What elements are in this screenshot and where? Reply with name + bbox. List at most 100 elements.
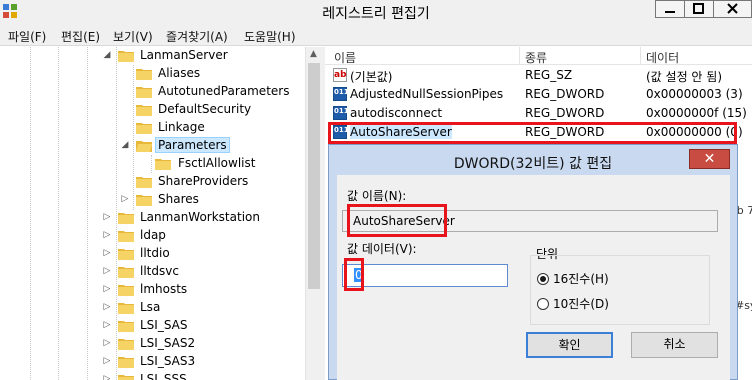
- folder-icon: [118, 267, 134, 278]
- highlight-box: [347, 204, 447, 237]
- tree-item[interactable]: ▷ LSI_SSS: [0, 371, 300, 380]
- value-data: (값 설정 안 됨): [646, 70, 723, 84]
- maximize-button[interactable]: [684, 0, 714, 18]
- registry-tree[interactable]: ◢ LanmanServer Aliases AutotunedParamete…: [0, 47, 321, 380]
- tree-item-label: FsctlAllowlist: [178, 156, 256, 170]
- radio-decimal[interactable]: 10진수(D): [537, 295, 609, 312]
- tree-item[interactable]: ▷ lltdsvc: [0, 263, 300, 281]
- radio-selected-icon: [537, 273, 549, 285]
- folder-icon: [136, 177, 152, 188]
- scroll-up-icon[interactable]: ▲: [310, 49, 317, 59]
- radio-hex[interactable]: 16진수(H): [537, 270, 609, 287]
- expand-arrow-icon[interactable]: ▷: [102, 212, 112, 222]
- list-row[interactable]: 011 AdjustedNullSessionPipes REG_DWORD 0…: [325, 85, 752, 104]
- folder-icon: [136, 195, 152, 206]
- tree-item[interactable]: ▷ Lsa: [0, 299, 300, 317]
- tree-item[interactable]: ShareProviders: [0, 173, 300, 191]
- expand-arrow-icon[interactable]: ▷: [102, 320, 112, 330]
- dialog-close-button[interactable]: ✕: [689, 149, 730, 169]
- minimize-button[interactable]: [655, 0, 685, 18]
- expand-arrow-icon[interactable]: ▷: [102, 338, 112, 348]
- dword-value-icon: 011: [333, 106, 349, 120]
- column-data[interactable]: 데이터: [646, 49, 679, 66]
- ok-button[interactable]: 확인: [526, 332, 613, 358]
- collapse-arrow-icon[interactable]: ◢: [102, 50, 112, 60]
- expand-arrow-icon[interactable]: ▷: [102, 302, 112, 312]
- folder-icon: [136, 87, 152, 98]
- folder-icon: [118, 51, 134, 62]
- tree-item[interactable]: ▷ LSI_SAS2: [0, 335, 300, 353]
- tree-item[interactable]: ▷ LSI_SAS: [0, 317, 300, 335]
- value-type: REG_DWORD: [525, 87, 605, 101]
- value-type: REG_DWORD: [525, 106, 605, 120]
- folder-icon: [136, 69, 152, 80]
- dialog-body: 값 이름(N): AutoShareServer 값 데이터(V): 0 단위 …: [337, 175, 730, 380]
- tree-item[interactable]: Aliases: [0, 65, 300, 83]
- folder-open-icon: [136, 141, 152, 152]
- expand-arrow-icon[interactable]: ▷: [102, 284, 112, 294]
- radio-hex-label: 16진수(H): [553, 272, 609, 286]
- close-icon: ✕: [703, 151, 716, 167]
- list-row[interactable]: 011 autodisconnect REG_DWORD 0x0000000f …: [325, 104, 752, 123]
- menu-file[interactable]: 파일(F): [8, 28, 46, 45]
- menu-favorites[interactable]: 즐겨찾기(A): [166, 28, 228, 45]
- title-bar: 레지스트리 편집기: [0, 0, 752, 24]
- close-button[interactable]: [713, 0, 752, 18]
- tree-item-label: AutotunedParameters: [158, 84, 290, 98]
- tree-item-label: Linkage: [158, 120, 205, 134]
- tree-item[interactable]: ▷ lltdio: [0, 245, 300, 263]
- tree-item[interactable]: ▷ LSI_SAS3: [0, 353, 300, 371]
- tree-item-label: LSI_SAS2: [140, 336, 196, 350]
- tree-item-label: lmhosts: [140, 282, 188, 296]
- value-data-input[interactable]: 0: [342, 264, 508, 287]
- close-icon: [727, 3, 738, 14]
- expand-arrow-icon[interactable]: ▷: [102, 356, 112, 366]
- tree-item[interactable]: ◢ LanmanServer: [0, 47, 300, 65]
- folder-icon: [136, 123, 152, 134]
- dword-edit-dialog: DWORD(32비트) 값 편집 ✕ 값 이름(N): AutoShareSer…: [328, 144, 738, 380]
- value-data: 0x00000003 (3): [646, 87, 743, 101]
- tree-item-label: LanmanServer: [140, 48, 228, 62]
- expand-arrow-icon[interactable]: ▷: [102, 248, 112, 258]
- folder-icon: [118, 357, 134, 368]
- value-data: 0x0000000f (15): [646, 106, 747, 120]
- tree-item[interactable]: ▷ Shares: [0, 191, 300, 209]
- column-type[interactable]: 종류: [525, 49, 547, 66]
- menu-edit[interactable]: 편집(E): [61, 28, 100, 45]
- collapse-arrow-icon[interactable]: ◢: [120, 140, 130, 150]
- tree-item[interactable]: FsctlAllowlist: [0, 155, 300, 173]
- tree-item-selected[interactable]: ◢ Parameters: [0, 137, 300, 155]
- tree-item[interactable]: ▷ LanmanWorkstation: [0, 209, 300, 227]
- tree-item-label: Shares: [158, 192, 199, 206]
- expand-arrow-icon[interactable]: ▷: [102, 374, 112, 380]
- tree-item-label: Aliases: [158, 66, 201, 80]
- menu-help[interactable]: 도움말(H): [244, 28, 296, 45]
- dialog-title: DWORD(32비트) 값 편집: [453, 156, 613, 172]
- value-name-label: 값 이름(N):: [347, 189, 407, 203]
- expand-arrow-icon[interactable]: ▷: [102, 266, 112, 276]
- list-row[interactable]: ab (기본값) REG_SZ (값 설정 안 됨): [325, 66, 752, 85]
- menu-view[interactable]: 보기(V): [113, 28, 153, 45]
- value-data-label: 값 데이터(V):: [347, 242, 417, 256]
- value-type: REG_SZ: [525, 68, 573, 82]
- value-name: (기본값): [350, 70, 393, 84]
- highlight-box: [328, 122, 737, 144]
- folder-icon: [155, 159, 171, 170]
- scrollbar-thumb[interactable]: [308, 63, 320, 289]
- string-value-icon: ab: [333, 68, 347, 82]
- folder-icon: [118, 249, 134, 260]
- tree-item[interactable]: ▷ lmhosts: [0, 281, 300, 299]
- tree-item-label: ShareProviders: [158, 174, 249, 188]
- column-name[interactable]: 이름: [334, 49, 356, 66]
- value-name: autodisconnect: [350, 106, 443, 120]
- tree-item[interactable]: AutotunedParameters: [0, 83, 300, 101]
- tree-item[interactable]: ▷ ldap: [0, 227, 300, 245]
- tree-item-label: LanmanWorkstation: [140, 210, 260, 224]
- cancel-button[interactable]: 취소: [631, 332, 718, 358]
- expand-arrow-icon[interactable]: ▷: [120, 194, 130, 204]
- tree-item[interactable]: DefaultSecurity: [0, 101, 300, 119]
- tree-item-label: LSI_SAS3: [140, 354, 196, 368]
- tree-item[interactable]: Linkage: [0, 119, 300, 137]
- tree-scrollbar[interactable]: ▲: [305, 47, 322, 380]
- expand-arrow-icon[interactable]: ▷: [102, 230, 112, 240]
